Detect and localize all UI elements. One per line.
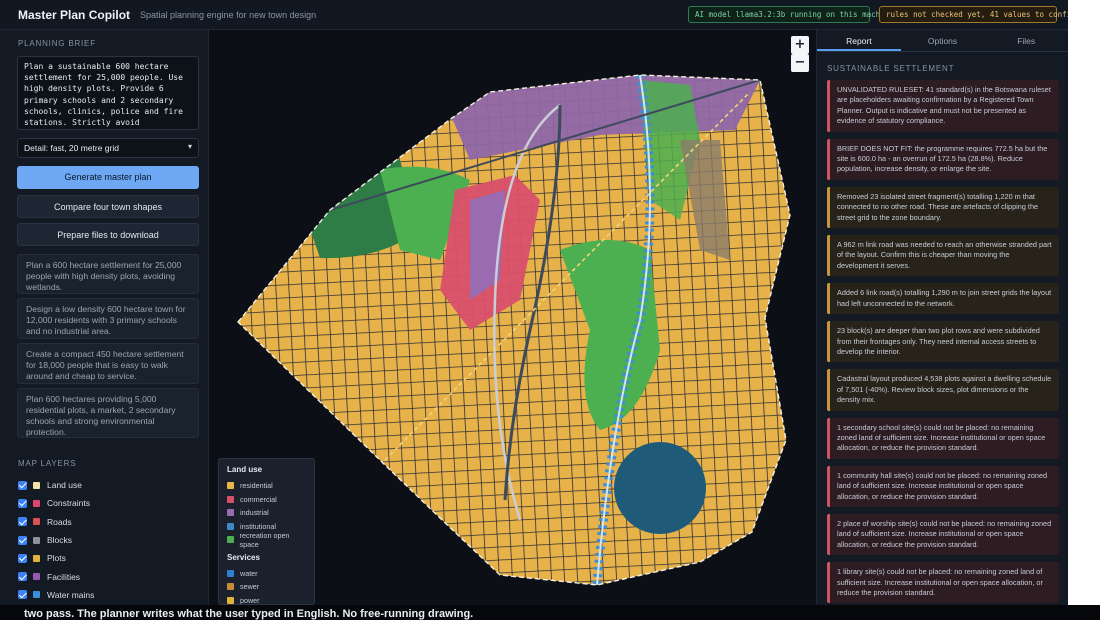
legend-label: sewer xyxy=(240,582,260,592)
swatch-icon xyxy=(33,536,40,544)
layer-label: Facilities xyxy=(47,571,81,582)
legend-label: power xyxy=(240,595,260,605)
example-brief-3[interactable]: Create a compact 450 hectare settlement … xyxy=(17,343,199,384)
legend-item: sewer xyxy=(227,580,306,594)
layer-label: Constraints xyxy=(47,498,90,509)
planning-sidebar: PLANNING BRIEF Plan a sustainable 600 he… xyxy=(0,30,209,605)
layer-label: Land use xyxy=(47,480,82,491)
layer-toggle-constraints[interactable]: Constraints xyxy=(18,494,198,512)
planning-brief-label: PLANNING BRIEF xyxy=(18,39,96,48)
compare-town-shapes-button[interactable]: Compare four town shapes xyxy=(17,195,199,218)
app-title: Master Plan Copilot xyxy=(18,7,131,22)
planning-brief-input[interactable]: Plan a sustainable 600 hectare settlemen… xyxy=(17,56,199,130)
report-note: 1 secondary school site(s) could not be … xyxy=(827,417,1059,459)
legend-label: residential xyxy=(240,481,273,491)
tab-report[interactable]: Report xyxy=(817,30,901,51)
swatch-icon xyxy=(33,591,40,599)
report-notes-list: UNVALIDATED RULESET: 41 standard(s) in t… xyxy=(827,80,1059,620)
swatch-icon xyxy=(227,509,234,517)
detail-select-value: Detail: fast, 20 metre grid xyxy=(24,143,119,153)
report-note: Removed 23 isolated street fragment(s) t… xyxy=(827,186,1059,229)
legend-label: water xyxy=(240,568,258,578)
swatch-icon xyxy=(33,554,40,562)
report-panel: Report Options Files SUSTAINABLE SETTLEM… xyxy=(816,30,1068,620)
legend-land-use-title: Land use xyxy=(227,465,263,474)
report-note: 1 community hall site(s) could not be pl… xyxy=(827,465,1059,507)
rules-status-badge[interactable]: rules not checked yet, 41 values to conf… xyxy=(879,6,1080,23)
report-note: A 962 m link road was needed to reach an… xyxy=(827,235,1059,277)
layer-toggle-water-mains[interactable]: Water mains xyxy=(18,586,198,604)
report-section-title: SUSTAINABLE SETTLEMENT xyxy=(827,64,955,73)
swatch-icon xyxy=(33,518,40,526)
map-layers-list: Land use Constraints Roads Blocks Plots … xyxy=(18,476,198,604)
tab-files[interactable]: Files xyxy=(984,30,1068,51)
swatch-icon xyxy=(227,596,234,604)
screen-edge xyxy=(1068,0,1100,605)
report-note: BRIEF DOES NOT FIT: the programme requir… xyxy=(827,138,1059,180)
report-note: Cadastral layout produced 4,538 plots ag… xyxy=(827,369,1059,411)
checkbox-icon[interactable] xyxy=(18,590,27,600)
swatch-icon xyxy=(33,481,40,489)
layer-toggle-roads[interactable]: Roads xyxy=(18,513,198,531)
layer-label: Blocks xyxy=(47,535,73,546)
legend-services-title: Services xyxy=(227,552,260,562)
zoom-in-button[interactable]: + xyxy=(791,36,809,54)
model-status-badge: AI model llama3.2:3b running on this mac… xyxy=(688,6,894,23)
checkbox-icon[interactable] xyxy=(18,535,27,545)
legend-item: industrial xyxy=(227,506,306,520)
legend-item: residential xyxy=(227,479,306,493)
layer-label: Roads xyxy=(47,516,72,527)
swatch-icon xyxy=(227,482,234,490)
report-note: 2 place of worship site(s) could not be … xyxy=(827,513,1059,556)
checkbox-icon[interactable] xyxy=(18,553,27,563)
app-subtitle: Spatial planning engine for new town des… xyxy=(140,9,317,20)
checkbox-icon[interactable] xyxy=(18,572,27,582)
swatch-icon xyxy=(227,495,234,503)
prepare-files-button[interactable]: Prepare files to download xyxy=(17,223,199,246)
report-note: Added 6 link road(s) totalling 1,290 m t… xyxy=(827,283,1059,315)
map-legend: Land use residential commercial industri… xyxy=(218,458,315,605)
layer-label: Water mains xyxy=(47,589,95,600)
legend-item: power xyxy=(227,594,306,605)
legend-item: water xyxy=(227,567,306,581)
layer-label: Plots xyxy=(47,553,66,564)
example-brief-1[interactable]: Plan a 600 hectare settlement for 25,000… xyxy=(17,254,199,294)
swatch-icon xyxy=(33,573,40,581)
video-caption: two pass. The planner writes what the us… xyxy=(24,608,474,620)
legend-label: commercial xyxy=(240,494,277,504)
example-brief-4[interactable]: Plan 600 hectares providing 5,000 reside… xyxy=(17,388,199,438)
swatch-icon xyxy=(227,569,234,577)
report-note: 23 block(s) are deeper than two plot row… xyxy=(827,321,1059,363)
checkbox-icon[interactable] xyxy=(18,480,27,490)
swatch-icon xyxy=(227,536,234,544)
legend-item: recreation open space xyxy=(227,530,306,549)
report-tabs: Report Options Files xyxy=(817,30,1068,52)
app-header: Master Plan Copilot Spatial planning eng… xyxy=(0,0,1080,30)
legend-label: recreation open space xyxy=(239,530,290,549)
swatch-icon xyxy=(227,522,234,530)
swatch-icon xyxy=(33,499,40,507)
checkbox-icon[interactable] xyxy=(18,498,27,508)
chevron-down-icon: ▾ xyxy=(187,142,192,151)
swatch-icon xyxy=(227,583,234,591)
detail-select[interactable]: Detail: fast, 20 metre grid ▾ xyxy=(17,138,199,158)
report-note: UNVALIDATED RULESET: 41 standard(s) in t… xyxy=(827,80,1059,132)
layer-toggle-blocks[interactable]: Blocks xyxy=(18,531,198,549)
layer-toggle-land-use[interactable]: Land use xyxy=(18,476,198,494)
checkbox-icon[interactable] xyxy=(18,517,27,527)
zoom-out-button[interactable]: − xyxy=(791,54,809,72)
report-note: 1 library site(s) could not be placed: n… xyxy=(827,562,1059,604)
generate-master-plan-button[interactable]: Generate master plan xyxy=(17,166,199,189)
map-layers-label: MAP LAYERS xyxy=(18,459,77,468)
legend-label: institutional xyxy=(240,521,276,531)
legend-label: industrial xyxy=(240,508,269,518)
tab-options[interactable]: Options xyxy=(901,30,985,51)
example-brief-2[interactable]: Design a low density 600 hectare town fo… xyxy=(17,298,199,339)
legend-item: commercial xyxy=(227,493,306,507)
layer-toggle-plots[interactable]: Plots xyxy=(18,549,198,567)
layer-toggle-facilities[interactable]: Facilities xyxy=(18,567,198,585)
